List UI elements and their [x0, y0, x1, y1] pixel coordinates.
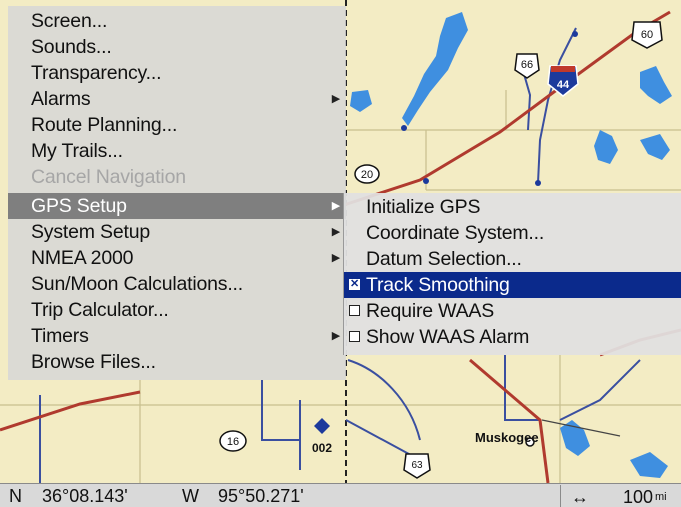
submenu-item-initialize-gps[interactable]: Initialize GPS — [344, 194, 681, 220]
menu-item-route-planning[interactable]: Route Planning... — [8, 112, 346, 138]
svg-text:60: 60 — [641, 29, 653, 41]
menu-item-label: My Trails... — [31, 140, 123, 162]
menu-item-system-setup[interactable]: System Setup ▶ — [8, 219, 346, 245]
submenu-item-label: Show WAAS Alarm — [366, 326, 530, 348]
map-scale: ↔ 100 mi — [560, 485, 681, 507]
svg-text:20: 20 — [361, 169, 373, 181]
scale-arrows-icon: ↔ — [571, 487, 589, 507]
menu-item-label: Sun/Moon Calculations... — [31, 273, 243, 295]
menu-item-label: GPS Setup — [31, 195, 127, 217]
latitude-readout: 36°08.143' — [42, 486, 128, 506]
menu-item-gps-setup[interactable]: GPS Setup ▶ — [8, 193, 346, 219]
menu-item-label: Transparency... — [31, 62, 162, 84]
menu-item-label: System Setup — [31, 221, 150, 243]
submenu-item-show-waas-alarm[interactable]: Show WAAS Alarm — [344, 324, 681, 350]
longitude-readout: 95°50.271' — [218, 486, 304, 506]
svg-text:66: 66 — [521, 59, 533, 71]
menu-item-label: NMEA 2000 — [31, 247, 134, 269]
submenu-item-require-waas[interactable]: Require WAAS — [344, 298, 681, 324]
status-bar: N 36°08.143' W 95°50.271' ↔ 100 mi — [0, 483, 681, 507]
menu-item-sounds[interactable]: Sounds... — [8, 34, 346, 60]
scale-value: 100 — [623, 487, 654, 507]
submenu-arrow-icon: ▶ — [331, 252, 340, 264]
menu-item-nmea-2000[interactable]: NMEA 2000 ▶ — [8, 245, 346, 271]
svg-text:16: 16 — [227, 436, 239, 448]
submenu-arrow-icon: ▶ — [331, 226, 340, 238]
submenu-item-label: Require WAAS — [366, 300, 495, 322]
main-menu: Screen... Sounds... Transparency... Alar… — [8, 6, 346, 380]
menu-item-label: Timers — [31, 325, 89, 347]
svg-text:44: 44 — [557, 79, 570, 91]
waypoint-label: 002 — [312, 441, 332, 455]
svg-text:63: 63 — [411, 460, 423, 471]
menu-item-sun-moon[interactable]: Sun/Moon Calculations... — [8, 271, 346, 297]
menu-item-label: Sounds... — [31, 36, 112, 58]
submenu-item-label: Datum Selection... — [366, 248, 522, 270]
checkbox-unchecked-icon[interactable] — [349, 331, 360, 342]
menu-item-transparency[interactable]: Transparency... — [8, 60, 346, 86]
scale-unit: mi — [655, 491, 667, 503]
menu-item-alarms[interactable]: Alarms ▶ — [8, 86, 346, 112]
menu-item-label: Route Planning... — [31, 114, 178, 136]
submenu-arrow-icon: ▶ — [331, 93, 340, 105]
submenu-item-label: Coordinate System... — [366, 222, 545, 244]
menu-item-screen[interactable]: Screen... — [8, 8, 346, 34]
submenu-item-datum-selection[interactable]: Datum Selection... — [344, 246, 681, 272]
menu-item-browse-files[interactable]: Browse Files... — [8, 349, 346, 375]
submenu-item-track-smoothing[interactable]: ✕ Track Smoothing — [344, 272, 681, 298]
submenu-arrow-icon: ▶ — [331, 330, 340, 342]
submenu-item-coordinate-system[interactable]: Coordinate System... — [344, 220, 681, 246]
gps-setup-submenu: Initialize GPS Coordinate System... Datu… — [343, 193, 681, 355]
submenu-arrow-icon: ▶ — [331, 200, 340, 212]
menu-item-label: Alarms — [31, 88, 91, 110]
menu-item-label: Screen... — [31, 10, 108, 32]
city-label: Muskogee — [475, 430, 539, 445]
menu-item-label: Browse Files... — [31, 351, 156, 373]
submenu-item-label: Track Smoothing — [366, 274, 510, 296]
menu-item-label: Cancel Navigation — [31, 166, 186, 188]
checkbox-checked-icon[interactable]: ✕ — [349, 279, 360, 290]
menu-item-label: Trip Calculator... — [31, 299, 169, 321]
menu-item-timers[interactable]: Timers ▶ — [8, 323, 346, 349]
longitude-hemisphere: W — [182, 486, 199, 506]
menu-item-cancel-navigation: Cancel Navigation — [8, 164, 346, 190]
submenu-item-label: Initialize GPS — [366, 196, 481, 218]
state-16-shield: 16 — [219, 430, 247, 452]
gps-chart-screen: 66 60 44 20 16 63 002 Muskogee Screen...… — [0, 0, 681, 507]
menu-item-trip-calculator[interactable]: Trip Calculator... — [8, 297, 346, 323]
menu-item-my-trails[interactable]: My Trails... — [8, 138, 346, 164]
state-20-shield: 20 — [354, 164, 380, 184]
latitude-hemisphere: N — [9, 486, 22, 506]
checkbox-unchecked-icon[interactable] — [349, 305, 360, 316]
